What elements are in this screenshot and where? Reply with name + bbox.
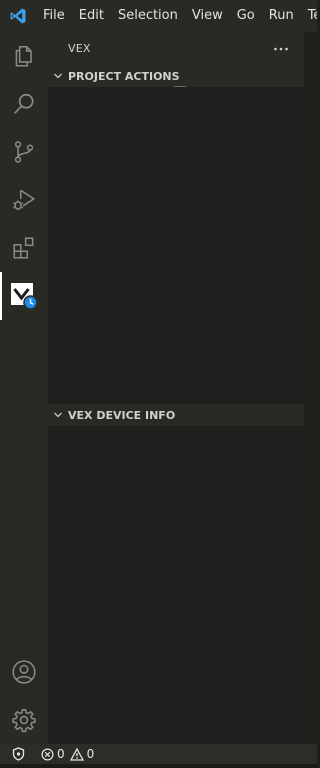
menu-bar: File Edit Selection View Go Run Ter bbox=[36, 0, 317, 32]
activity-settings[interactable] bbox=[0, 696, 48, 744]
vscode-window: File Edit Selection View Go Run Ter bbox=[0, 0, 317, 768]
section-title: VEX DEVICE INFO bbox=[68, 408, 176, 422]
menu-run[interactable]: Run bbox=[262, 0, 301, 32]
warning-count: 0 bbox=[86, 747, 95, 761]
more-actions-button[interactable] bbox=[270, 38, 292, 60]
chevron-down-icon bbox=[48, 65, 68, 87]
menu-file[interactable]: File bbox=[36, 0, 72, 32]
error-count: 0 bbox=[57, 747, 65, 761]
section-vex-device-info[interactable]: VEX DEVICE INFO bbox=[48, 404, 304, 426]
menu-terminal[interactable]: Ter bbox=[301, 0, 317, 32]
section-title: PROJECT ACTIONS bbox=[68, 69, 180, 83]
warning-icon bbox=[69, 747, 84, 761]
account-icon bbox=[11, 659, 37, 685]
sidebar-header: VEX bbox=[48, 32, 304, 65]
window-bottom-edge bbox=[0, 764, 317, 768]
vex-device-info-view bbox=[48, 426, 304, 744]
vex-icon bbox=[9, 281, 39, 311]
activity-run-debug[interactable] bbox=[0, 176, 48, 224]
sidebar-title: VEX bbox=[68, 42, 91, 55]
explorer-icon bbox=[11, 43, 37, 69]
title-bar: File Edit Selection View Go Run Ter bbox=[0, 0, 317, 32]
activity-explorer[interactable] bbox=[0, 32, 48, 80]
run-debug-icon bbox=[11, 187, 37, 213]
editor-area bbox=[304, 32, 317, 744]
section-project-actions[interactable]: PROJECT ACTIONS bbox=[48, 65, 304, 87]
activity-source-control[interactable] bbox=[0, 128, 48, 176]
menu-edit[interactable]: Edit bbox=[72, 0, 111, 32]
activity-search[interactable] bbox=[0, 80, 48, 128]
chevron-down-icon bbox=[48, 404, 68, 426]
activity-accounts[interactable] bbox=[0, 648, 48, 696]
side-bar: VEX PROJECT ACTIONS VEX DEVICE INFO bbox=[48, 32, 304, 744]
status-bar: 0 0 bbox=[0, 744, 317, 764]
activity-extensions[interactable] bbox=[0, 224, 48, 272]
problems-status[interactable]: 0 0 bbox=[36, 744, 98, 764]
settings-gear-icon bbox=[11, 707, 37, 733]
vscode-logo-icon bbox=[0, 0, 36, 32]
search-icon bbox=[11, 91, 37, 117]
menu-view[interactable]: View bbox=[185, 0, 230, 32]
source-control-icon bbox=[11, 139, 37, 165]
ellipsis-icon bbox=[273, 47, 289, 51]
remote-shield-icon[interactable] bbox=[0, 744, 36, 764]
error-icon bbox=[41, 748, 54, 761]
project-actions-view bbox=[48, 87, 304, 404]
activity-bar bbox=[0, 32, 48, 744]
menu-selection[interactable]: Selection bbox=[111, 0, 185, 32]
menu-go[interactable]: Go bbox=[230, 0, 262, 32]
extensions-icon bbox=[11, 235, 37, 261]
progress-indicator bbox=[174, 86, 186, 87]
activity-vex[interactable] bbox=[0, 272, 48, 320]
